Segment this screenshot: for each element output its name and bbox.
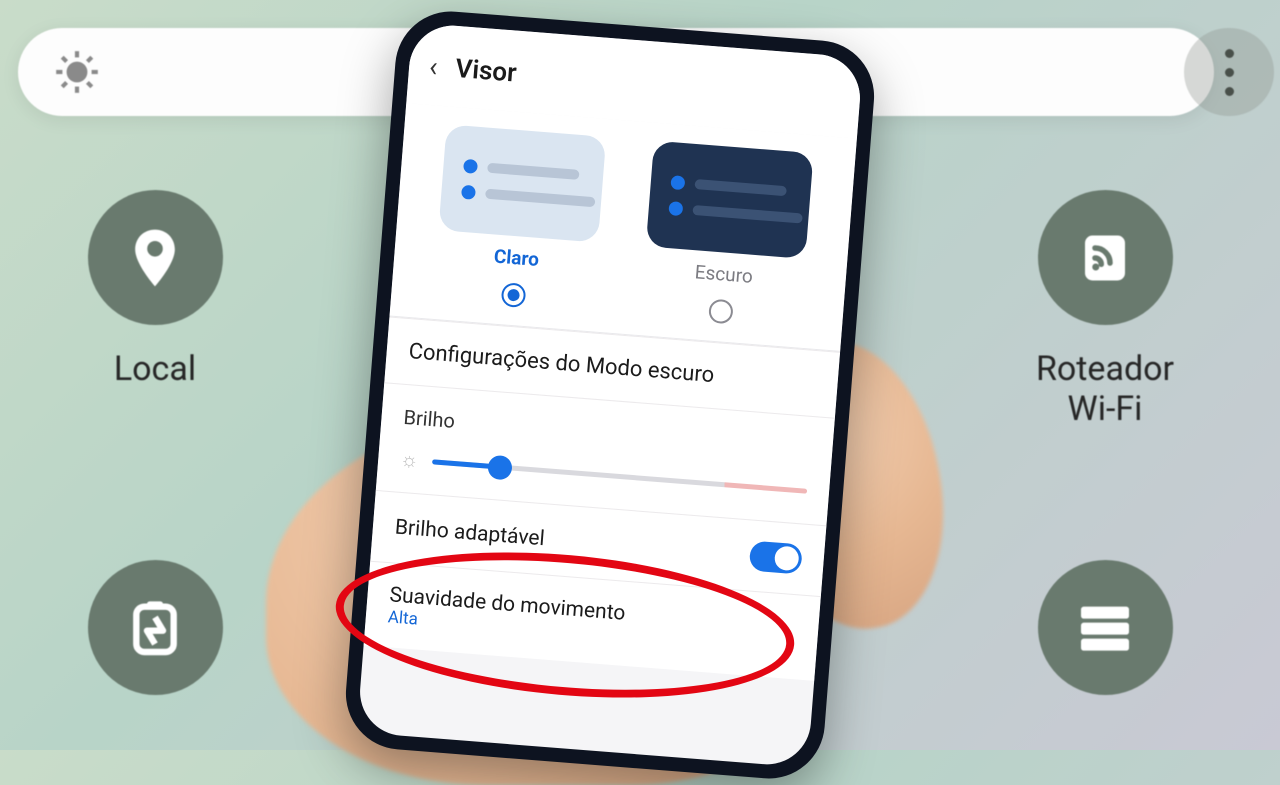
location-pin-icon [88,190,223,325]
theme-option-dark[interactable]: Escuro [620,139,834,341]
qs-tile-label-l1: Roteador [1030,349,1180,389]
qs-tile-hotspot[interactable]: Roteador Wi-Fi [1030,190,1180,429]
sun-icon [52,47,102,97]
theme-option-light[interactable]: Claro [412,123,626,325]
more-vertical-icon [1225,49,1234,96]
radio-dark[interactable] [708,299,734,325]
battery-recycle-icon [88,560,223,695]
back-chevron-icon[interactable]: ‹ [428,50,439,84]
qs-tile-storage[interactable] [1030,560,1180,719]
theme-label-light: Claro [416,238,617,277]
qs-tile-label: Local [80,349,230,389]
storage-icon [1038,560,1173,695]
theme-preview-dark [646,141,814,259]
sun-small-icon: ☼ [399,447,419,473]
theme-label-dark: Escuro [623,255,824,294]
adaptive-brightness-toggle[interactable] [749,541,803,575]
phone-frame: ‹ Visor Claro Es [342,7,879,782]
qs-tile-location[interactable]: Local [80,190,230,389]
slider-track[interactable] [432,459,807,493]
slider-thumb[interactable] [487,454,513,480]
dark-mode-settings-label: Configurações do Modo escuro [408,339,715,388]
theme-preview-light [438,124,606,242]
theme-selector: Claro Escuro [389,103,856,352]
qs-tile-label-l2: Wi-Fi [1030,389,1180,429]
radio-light[interactable] [501,282,527,308]
qs-tile-battery[interactable] [80,560,230,719]
adaptive-brightness-label: Brilho adaptável [394,516,545,552]
page-title: Visor [454,53,517,88]
more-button[interactable] [1184,28,1274,116]
phone-screen: ‹ Visor Claro Es [357,22,863,767]
hotspot-icon [1038,190,1173,325]
